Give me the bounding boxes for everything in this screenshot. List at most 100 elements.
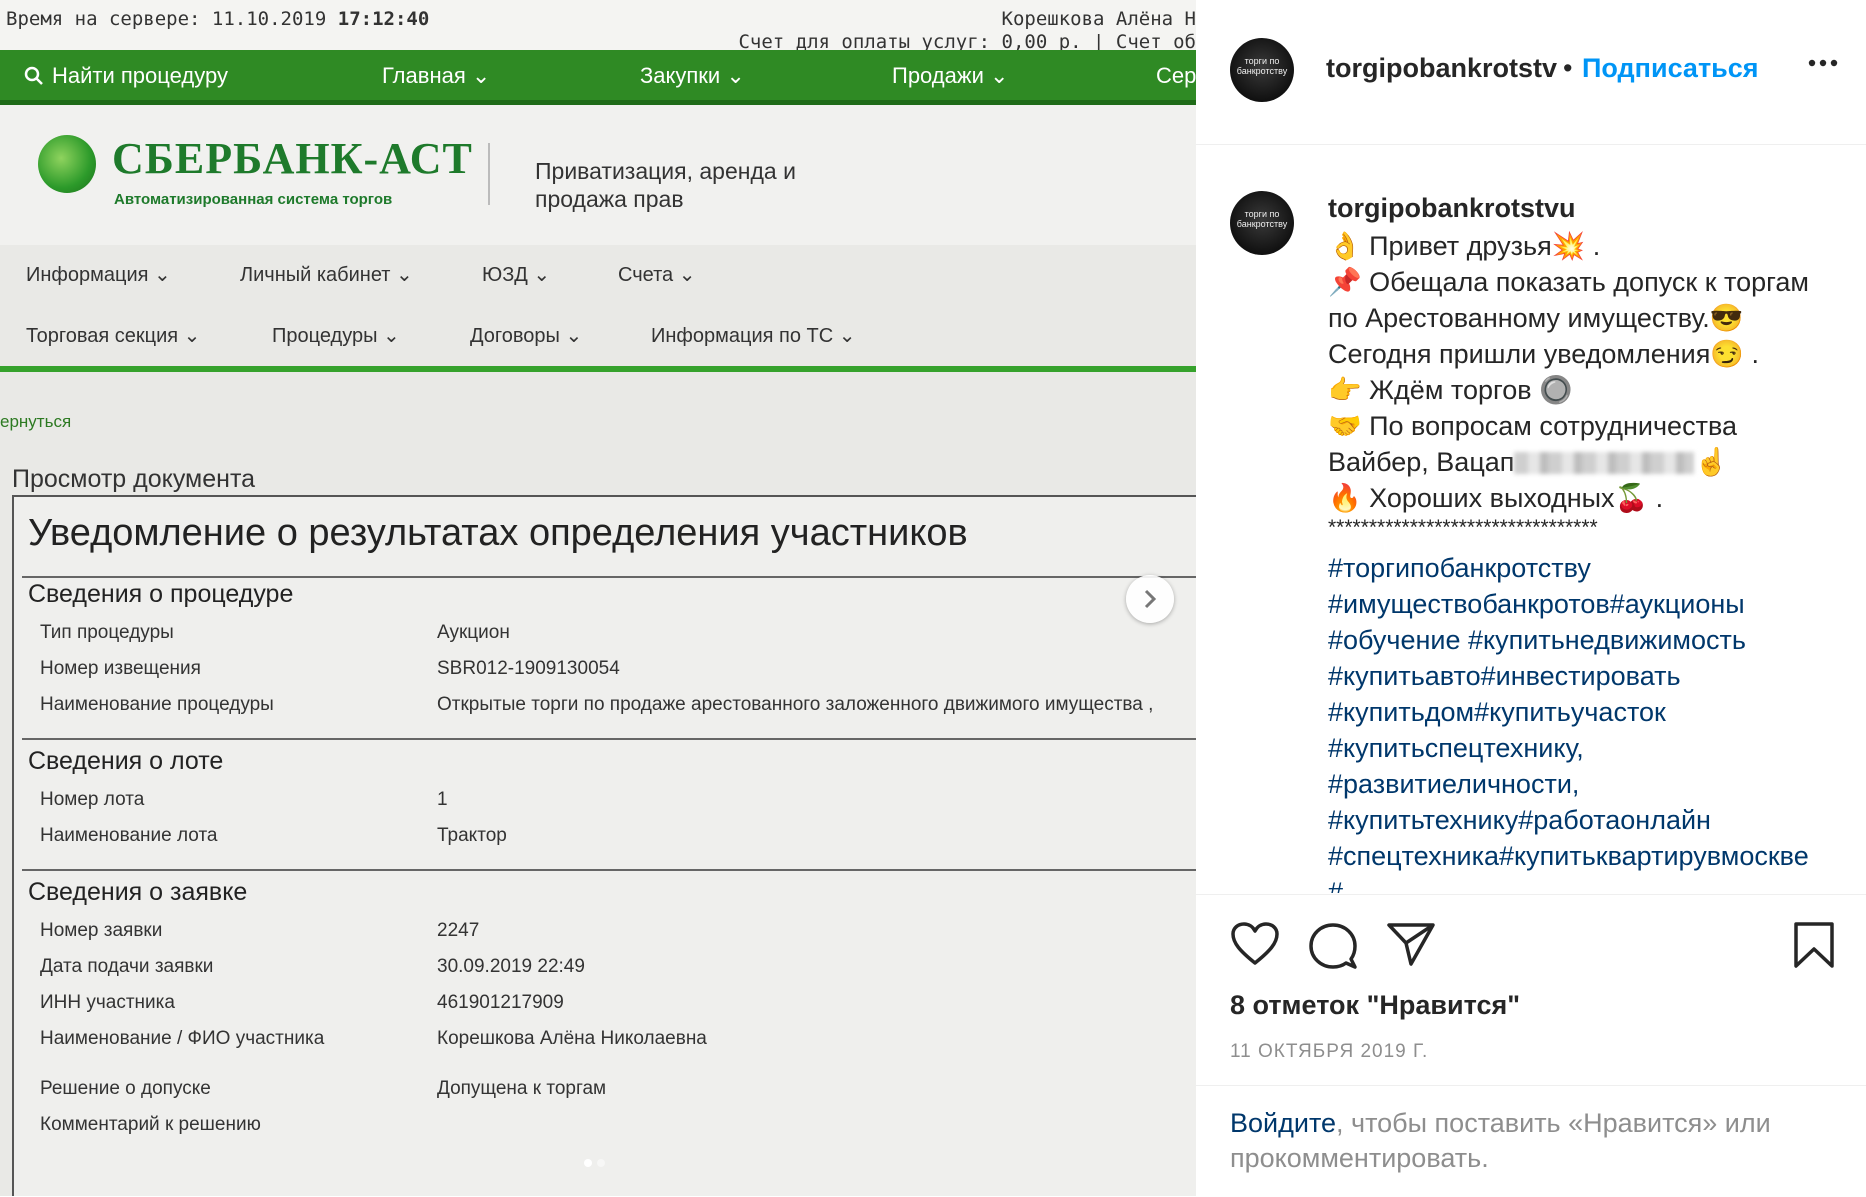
document-title: Уведомление о результатах определения уч… (28, 512, 968, 554)
carousel-dots (584, 1154, 610, 1172)
likes-count[interactable]: 8 отметок "Нравится" (1230, 990, 1520, 1021)
post-header: торги по банкротству torgipobankrotstv •… (1196, 0, 1866, 145)
row-value: 461901217909 (437, 992, 564, 1013)
row-label: Наименование процедуры (40, 694, 274, 715)
row-value: Допущена к торгам (437, 1078, 607, 1099)
user-name: Корешкова Алёна Н (1001, 8, 1196, 30)
nav-item-purchases: Закупки ⌄ (640, 63, 745, 88)
header-divider (488, 143, 490, 205)
chevron-down-icon: ⌄ (471, 63, 491, 88)
menu-item-cabinet: Личный кабинет ⌄ (240, 264, 413, 286)
login-text: Войдите, чтобы поставить «Нравится» или … (1230, 1108, 1771, 1173)
row-label: Решение о допуске (40, 1078, 211, 1099)
comment-icon[interactable] (1308, 921, 1358, 971)
post-actions: 8 отметок "Нравится" 11 ОКТЯБРЯ 2019 Г. (1196, 894, 1866, 1085)
hashtag[interactable]: # (1328, 877, 1343, 893)
menu-item-yuzd: ЮЗД ⌄ (482, 264, 551, 286)
carousel-dot (597, 1159, 605, 1167)
section-title-lot: Сведения о лоте (28, 747, 224, 775)
section-divider (22, 738, 1196, 740)
carousel-dot-active (584, 1159, 592, 1167)
section-title-procedure: Сведения о процедуре (28, 580, 294, 608)
caption-line: 🔥 Хороших выходных🍒 . (1328, 483, 1664, 513)
server-time: Время на сервере: 11.10.2019 17:12:40 (6, 8, 430, 30)
row-value: Аукцион (437, 622, 510, 643)
carousel-next-button[interactable] (1126, 575, 1174, 623)
row-value: 2247 (437, 920, 480, 941)
nav-item-services: Сер (1156, 63, 1196, 88)
sberbank-logo-icon (38, 135, 96, 193)
caption-line: 🤝 По вопросам сотрудничества (1328, 411, 1737, 441)
row-label: Номер заявки (40, 920, 163, 941)
post-panel: торги по банкротству torgipobankrotstv •… (1196, 0, 1866, 1196)
section-divider (22, 869, 1196, 871)
hashtag[interactable]: #имуществобанкротов#аукционы (1328, 589, 1745, 620)
doc-view-label: Просмотр документа (12, 465, 256, 493)
logo-subtitle: Автоматизированная система торгов (114, 191, 393, 208)
more-options-icon[interactable] (1808, 58, 1838, 68)
section-title: Приватизация, аренда и продажа прав (535, 158, 796, 212)
main-navbar: Найти процедуру Главная ⌄ Закупки ⌄ Прод… (0, 50, 1196, 105)
hashtag[interactable]: #купитьтехнику#работаонлайн (1328, 805, 1711, 836)
search-icon (24, 66, 43, 85)
row-value: Открытые торги по продаже арестованного … (437, 694, 1154, 715)
menu-item-info: Информация ⌄ (26, 264, 171, 286)
menu-item-ts-info: Информация по ТС ⌄ (651, 325, 856, 347)
heart-icon[interactable] (1230, 921, 1280, 967)
green-divider (0, 366, 1196, 372)
hashtag[interactable]: #обучение #купитьнедвижимость (1328, 625, 1746, 656)
hashtag[interactable]: #развитиеличности, (1328, 769, 1579, 800)
user-account-info: Корешкова Алёна Н Счет для оплаты услуг:… (738, 8, 1196, 54)
row-label: ИНН участника (40, 992, 175, 1013)
hashtag[interactable]: #купитьавто#инвестировать (1328, 661, 1681, 692)
caption-line: 👉 Ждём торгов 🔘 (1328, 375, 1573, 405)
caption-line: Сегодня пришли уведомления😏 . (1328, 339, 1759, 369)
post-date[interactable]: 11 ОКТЯБРЯ 2019 Г. (1230, 1041, 1428, 1063)
caption-line: 👌 Привет друзья💥 . (1328, 231, 1601, 261)
blurred-phone (1514, 452, 1695, 474)
hashtag[interactable]: #купитьспецтехнику, (1328, 733, 1584, 764)
nav-item-main: Главная ⌄ (382, 63, 491, 88)
menu-item-accounts: Счета ⌄ (618, 264, 696, 286)
row-value: Корешкова Алёна Николаевна (437, 1028, 707, 1049)
post-caption: торги по банкротству torgipobankrotstvu … (1196, 145, 1866, 893)
chevron-right-icon (1144, 589, 1157, 609)
post-photo[interactable]: Время на сервере: 11.10.2019 17:12:40 Ко… (0, 0, 1196, 1196)
chevron-down-icon: ⌄ (990, 63, 1009, 88)
row-value: Трактор (437, 825, 507, 846)
avatar[interactable]: торги по банкротству (1230, 38, 1294, 102)
share-icon[interactable] (1386, 921, 1436, 967)
row-label: Номер извещения (40, 658, 201, 679)
hashtag[interactable]: #спецтехника#купитьквартирувмоскве (1328, 841, 1809, 872)
row-label: Дата подачи заявки (40, 956, 214, 977)
login-link[interactable]: Войдите (1230, 1108, 1336, 1138)
follow-button[interactable]: Подписаться (1582, 53, 1759, 84)
menu-item-contracts: Договоры ⌄ (470, 325, 583, 347)
row-label: Номер лота (40, 789, 145, 810)
menu-item-procedures: Процедуры ⌄ (272, 325, 400, 347)
separator-dot: • (1563, 53, 1573, 83)
caption-line-contacts: Вайбер, Вацап ☝️ (1328, 447, 1729, 477)
login-prompt: Войдите, чтобы поставить «Нравится» или … (1196, 1085, 1866, 1197)
caption-line: 📌 Обещала показать допуск к торгам (1328, 267, 1809, 297)
nav-item-sales: Продажи ⌄ (892, 63, 1009, 88)
row-value: SBR012-1909130054 (437, 658, 620, 679)
row-label: Наименование / ФИО участника (40, 1028, 325, 1049)
row-label: Комментарий к решению (40, 1114, 261, 1135)
logo-text: СБЕРБАНК-АСТ (112, 134, 473, 183)
menu-item-trade-section: Торговая секция ⌄ (26, 325, 201, 347)
bookmark-icon[interactable] (1792, 921, 1836, 969)
avatar[interactable]: торги по банкротству (1230, 191, 1294, 255)
chevron-down-icon: ⌄ (726, 63, 745, 88)
row-value: 1 (437, 789, 448, 810)
caption-username[interactable]: torgipobankrotstvu (1328, 193, 1576, 224)
section-divider (22, 576, 1196, 578)
hashtag[interactable]: #торгипобанкротству (1328, 553, 1591, 584)
hashtag[interactable]: #купитьдом#купитьучасток (1328, 697, 1666, 728)
server-topbar: Время на сервере: 11.10.2019 17:12:40 Ко… (0, 0, 1196, 53)
row-label: Тип процедуры (40, 622, 174, 643)
row-label: Наименование лота (40, 825, 218, 846)
username-link[interactable]: torgipobankrotstv (1326, 53, 1557, 84)
row-value: 30.09.2019 22:49 (437, 956, 585, 977)
caption-line: по Арестованному имуществу.😎 (1328, 303, 1744, 333)
